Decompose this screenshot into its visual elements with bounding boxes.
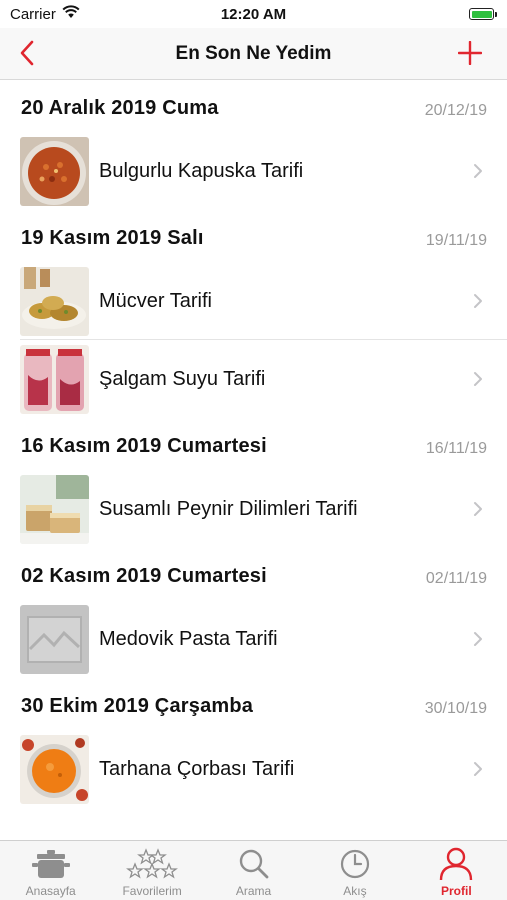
status-bar: Carrier 12:20 AM — [0, 0, 507, 28]
list-item-salgam-suyu[interactable]: Şalgam Suyu Tarifi — [0, 340, 507, 418]
add-button[interactable] — [455, 38, 485, 68]
person-icon — [438, 846, 474, 882]
chevron-right-icon — [471, 291, 485, 311]
pot-icon — [31, 846, 71, 882]
plus-icon — [458, 41, 482, 65]
recipe-thumbnail — [20, 344, 89, 414]
nav-bar: En Son Ne Yedim — [0, 28, 507, 80]
tab-bar: Anasayfa Favorilerim Arama Akış Profil — [0, 840, 507, 900]
tab-label: Favorilerim — [122, 884, 182, 898]
chevron-right-icon — [471, 499, 485, 519]
list-item-susamli-peynir[interactable]: Susamlı Peynir Dilimleri Tarifi — [0, 470, 507, 548]
page-title: En Son Ne Yedim — [175, 42, 332, 64]
list-item-medovik-pasta[interactable]: Medovik Pasta Tarifi — [0, 600, 507, 678]
status-left: Carrier — [10, 5, 80, 23]
recipe-thumbnail — [20, 734, 89, 804]
clock-icon — [339, 846, 371, 882]
tab-label: Arama — [235, 884, 272, 898]
list-item-label: Medovik Pasta Tarifi — [99, 627, 278, 650]
tab-profil[interactable]: Profil — [406, 841, 507, 900]
section-date: 02/11/19 — [425, 570, 487, 587]
section-title: 30 Ekim 2019 Çarşamba — [21, 695, 254, 717]
section-date: 20/12/19 — [424, 102, 487, 119]
list-item-mucver[interactable]: Mücver Tarifi — [0, 262, 507, 340]
list-item-label: Bulgurlu Kapuska Tarifi — [99, 159, 304, 182]
back-button[interactable] — [12, 38, 42, 68]
chevron-left-icon — [20, 40, 34, 66]
section-title: 16 Kasım 2019 Cumartesi — [21, 435, 267, 457]
list-item-label: Şalgam Suyu Tarifi — [99, 367, 266, 390]
list-item-label: Tarhana Çorbası Tarifi — [99, 757, 295, 780]
history-list[interactable]: 20 Aralık 2019 Cuma 20/12/19 Bulgurlu Ka… — [0, 80, 507, 840]
list-item-label: Susamlı Peynir Dilimleri Tarifi — [99, 497, 358, 520]
carrier-label: Carrier — [10, 5, 56, 23]
section-header: 20 Aralık 2019 Cuma 20/12/19 — [0, 80, 507, 132]
section-header: 16 Kasım 2019 Cumartesi 16/11/19 — [0, 418, 507, 470]
tab-anasayfa[interactable]: Anasayfa — [0, 841, 101, 900]
tab-label: Profil — [440, 884, 472, 898]
section-title: 19 Kasım 2019 Salı — [21, 227, 204, 249]
list-item-tarhana-corbasi[interactable]: Tarhana Çorbası Tarifi — [0, 730, 507, 808]
tab-label: Akış — [343, 884, 367, 898]
chevron-right-icon — [471, 369, 485, 389]
recipe-thumbnail — [20, 136, 89, 206]
tab-favorilerim[interactable]: Favorilerim — [101, 841, 202, 900]
section-title: 20 Aralık 2019 Cuma — [21, 97, 219, 119]
placeholder-image-icon — [20, 604, 89, 674]
chevron-right-icon — [471, 759, 485, 779]
section-header: 19 Kasım 2019 Salı 19/11/19 — [0, 210, 507, 262]
tab-akis[interactable]: Akış — [304, 841, 405, 900]
chevron-right-icon — [471, 629, 485, 649]
list-item-bulgurlu-kapuska[interactable]: Bulgurlu Kapuska Tarifi — [0, 132, 507, 210]
search-icon — [238, 846, 270, 882]
wifi-icon — [62, 5, 80, 23]
section-date: 16/11/19 — [425, 440, 487, 457]
recipe-thumbnail — [20, 474, 89, 544]
recipe-thumbnail — [20, 266, 89, 336]
section-date: 30/10/19 — [424, 700, 487, 717]
section-date: 19/11/19 — [425, 232, 487, 249]
section-header: 30 Ekim 2019 Çarşamba 30/10/19 — [0, 678, 507, 730]
tab-label: Anasayfa — [25, 884, 76, 898]
list-item-label: Mücver Tarifi — [99, 289, 212, 312]
tab-arama[interactable]: Arama — [203, 841, 304, 900]
section-header: 02 Kasım 2019 Cumartesi 02/11/19 — [0, 548, 507, 600]
chevron-right-icon — [471, 161, 485, 181]
battery-icon — [469, 8, 497, 20]
section-title: 02 Kasım 2019 Cumartesi — [21, 565, 267, 587]
stars-icon — [125, 846, 179, 882]
